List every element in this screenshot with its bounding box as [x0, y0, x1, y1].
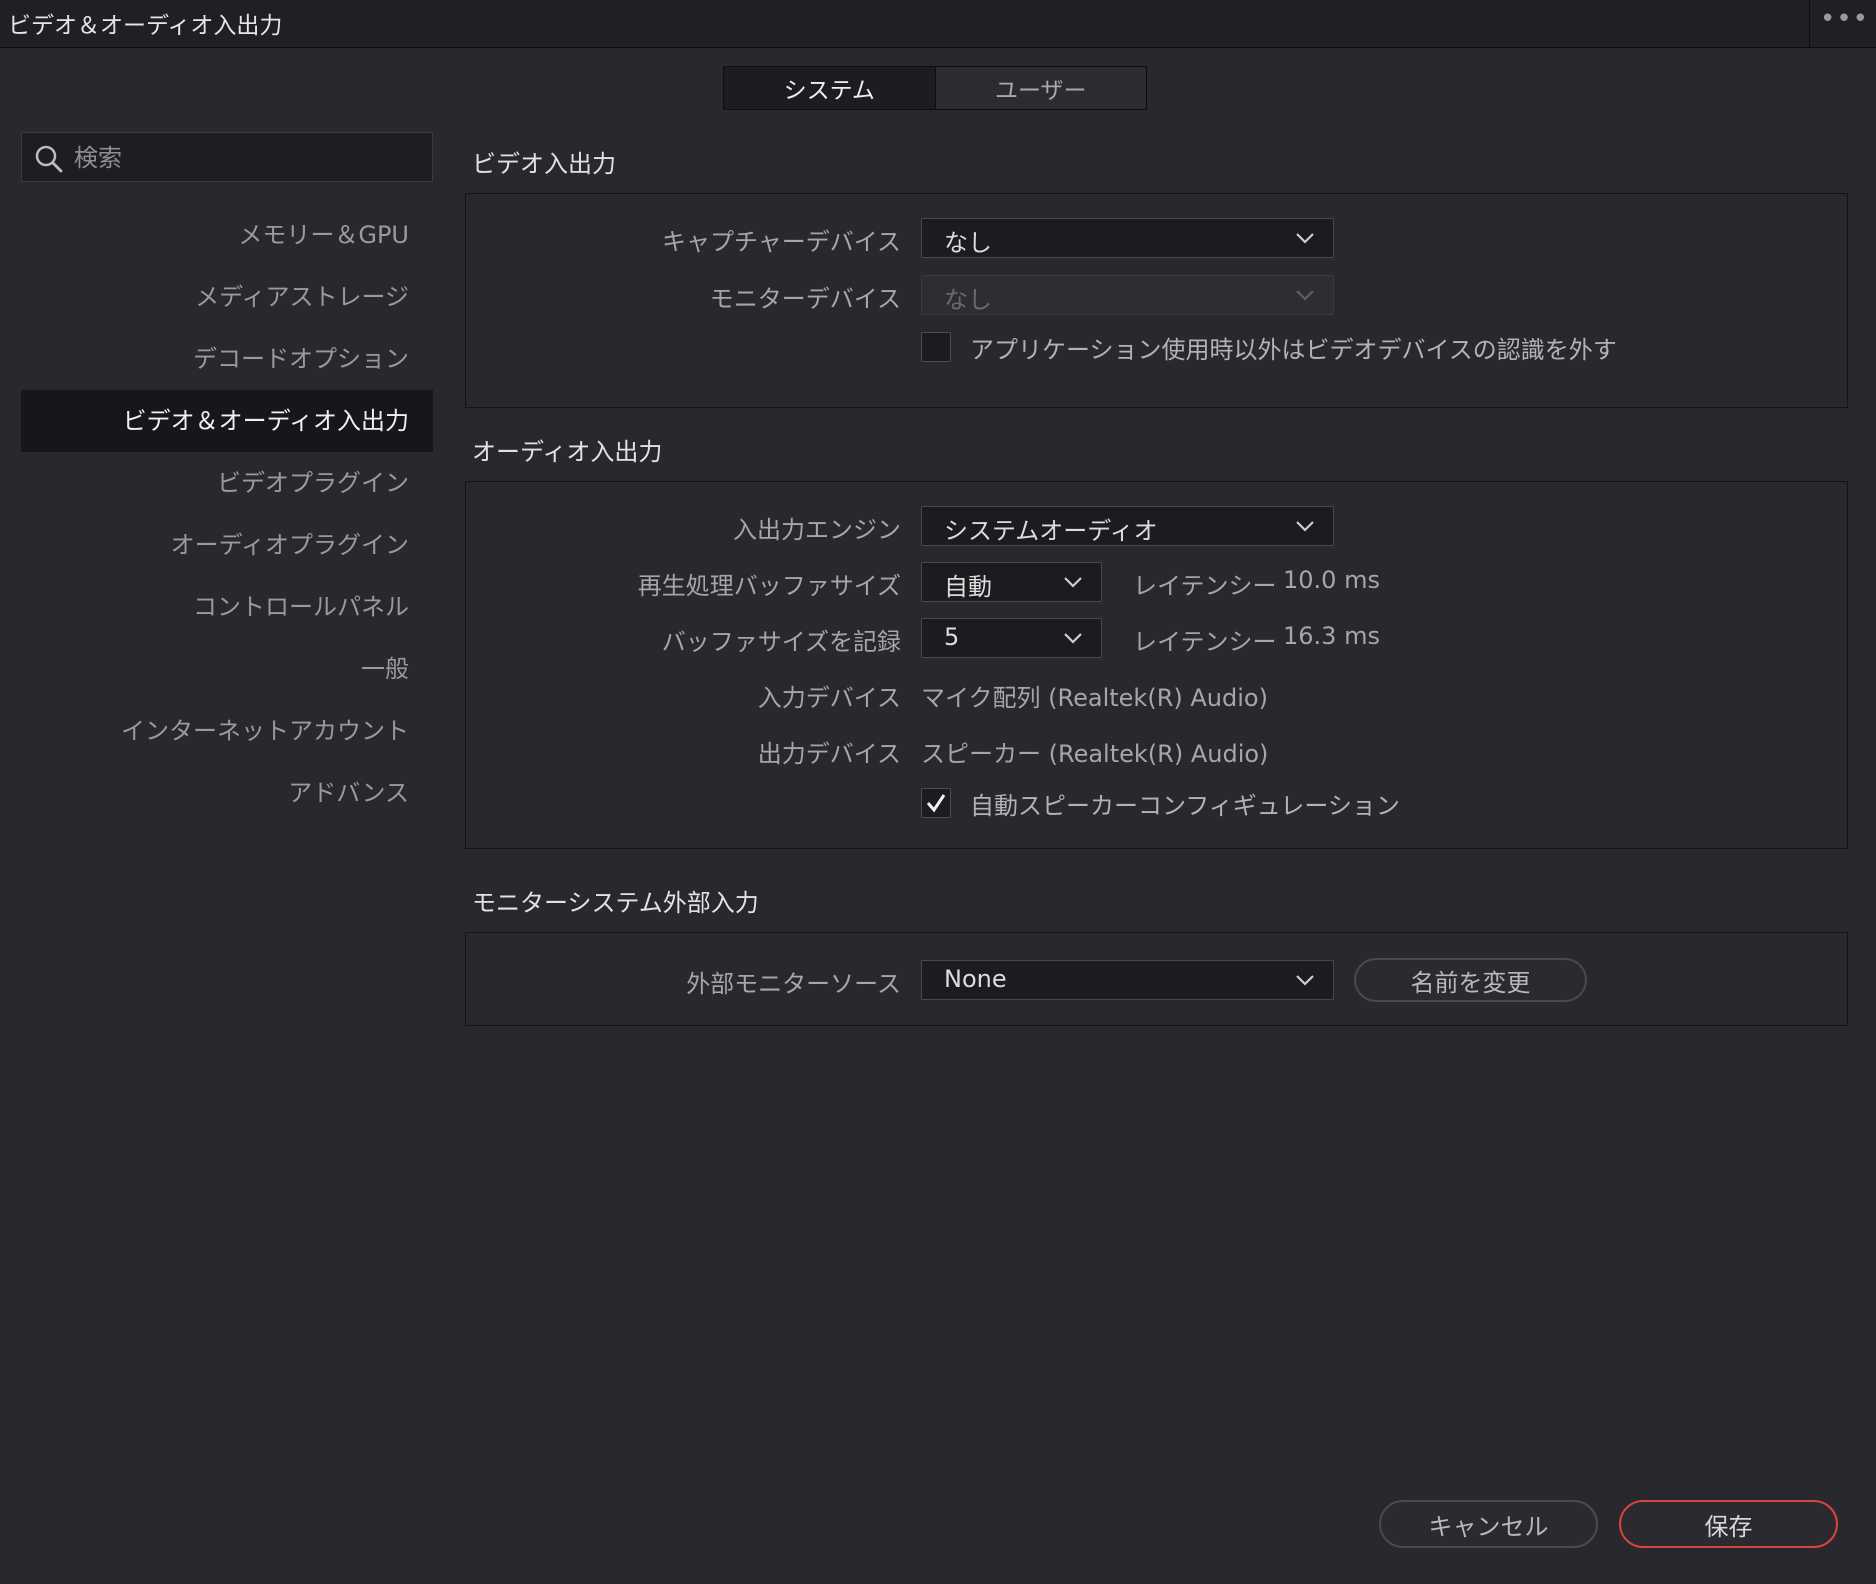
monitor-device-dropdown: なし — [921, 275, 1334, 315]
auto-speaker-label: 自動スピーカーコンフィギュレーション — [970, 792, 1400, 820]
audio-io-section-title: オーディオ入出力 — [472, 438, 663, 466]
release-devices-checkbox[interactable] — [921, 332, 951, 362]
monitor-input-section-title: モニターシステム外部入力 — [472, 889, 759, 917]
output-device-value: スピーカー (Realtek(R) Audio) — [921, 740, 1269, 768]
title-bar-divider — [1809, 0, 1810, 47]
search-icon — [35, 145, 63, 173]
tab-bar: システム ユーザー — [723, 66, 1147, 110]
record-buffer-dropdown[interactable]: 5 — [921, 618, 1102, 658]
playback-buffer-value: 自動 — [944, 573, 992, 601]
input-device-label: 入力デバイス — [757, 684, 901, 712]
rename-button[interactable]: 名前を変更 — [1354, 958, 1587, 1002]
sidebar-item-media-storage[interactable]: メディアストレージ — [21, 266, 433, 328]
sidebar-item-video-audio-io[interactable]: ビデオ＆オーディオ入出力 — [21, 390, 433, 452]
record-buffer-value: 5 — [944, 623, 960, 651]
tab-user[interactable]: ユーザー — [936, 67, 1147, 109]
record-latency-value: 16.3 ms — [1283, 622, 1380, 650]
sidebar-item-audio-plugins[interactable]: オーディオプラグイン — [21, 514, 433, 576]
title-bar: ビデオ＆オーディオ入出力 ••• — [0, 0, 1876, 48]
search-input[interactable] — [72, 141, 416, 175]
chevron-down-icon — [1296, 521, 1314, 532]
capture-device-label: キャプチャーデバイス — [661, 228, 901, 256]
playback-buffer-dropdown[interactable]: 自動 — [921, 562, 1102, 602]
chevron-down-icon — [1296, 290, 1314, 301]
monitor-device-value: なし — [944, 286, 992, 314]
sidebar-item-advanced[interactable]: アドバンス — [21, 762, 433, 824]
chevron-down-icon — [1064, 577, 1082, 588]
chevron-down-icon — [1296, 233, 1314, 244]
sidebar-item-control-panels[interactable]: コントロールパネル — [21, 576, 433, 638]
tab-system[interactable]: システム — [724, 67, 936, 109]
sidebar-item-general[interactable]: 一般 — [21, 638, 433, 700]
io-engine-label: 入出力エンジン — [733, 516, 901, 544]
input-device-value: マイク配列 (Realtek(R) Audio) — [921, 684, 1268, 712]
record-buffer-label: バッファサイズを記録 — [661, 628, 901, 656]
external-monitor-source-label: 外部モニターソース — [686, 970, 901, 998]
sidebar-item-video-plugins[interactable]: ビデオプラグイン — [21, 452, 433, 514]
capture-device-value: なし — [944, 229, 992, 257]
release-devices-label: アプリケーション使用時以外はビデオデバイスの認識を外す — [970, 336, 1617, 364]
io-engine-dropdown[interactable]: システムオーディオ — [921, 506, 1334, 546]
sidebar-item-memory-gpu[interactable]: メモリー＆GPU — [21, 204, 433, 266]
monitor-device-label: モニターデバイス — [709, 285, 901, 313]
search-box[interactable] — [21, 132, 433, 182]
playback-buffer-label: 再生処理バッファサイズ — [637, 572, 901, 600]
chevron-down-icon — [1064, 633, 1082, 644]
capture-device-dropdown[interactable]: なし — [921, 218, 1334, 258]
more-options-icon[interactable]: ••• — [1820, 4, 1869, 34]
cancel-button[interactable]: キャンセル — [1379, 1500, 1598, 1548]
record-latency-label: レイテンシー — [1133, 628, 1277, 656]
auto-speaker-checkbox[interactable] — [921, 788, 951, 818]
save-button[interactable]: 保存 — [1619, 1500, 1838, 1548]
sidebar-item-internet-accounts[interactable]: インターネットアカウント — [21, 700, 433, 762]
playback-latency-label: レイテンシー — [1133, 572, 1277, 600]
external-monitor-source-dropdown[interactable]: None — [921, 960, 1334, 1000]
playback-latency-value: 10.0 ms — [1283, 566, 1380, 594]
window-title: ビデオ＆オーディオ入出力 — [8, 13, 283, 39]
chevron-down-icon — [1296, 975, 1314, 986]
external-monitor-source-value: None — [944, 965, 1007, 993]
output-device-label: 出力デバイス — [757, 740, 901, 768]
sidebar-item-decode-options[interactable]: デコードオプション — [21, 328, 433, 390]
io-engine-value: システムオーディオ — [944, 517, 1158, 545]
checkmark-icon — [926, 794, 946, 813]
video-io-section-title: ビデオ入出力 — [472, 150, 616, 178]
